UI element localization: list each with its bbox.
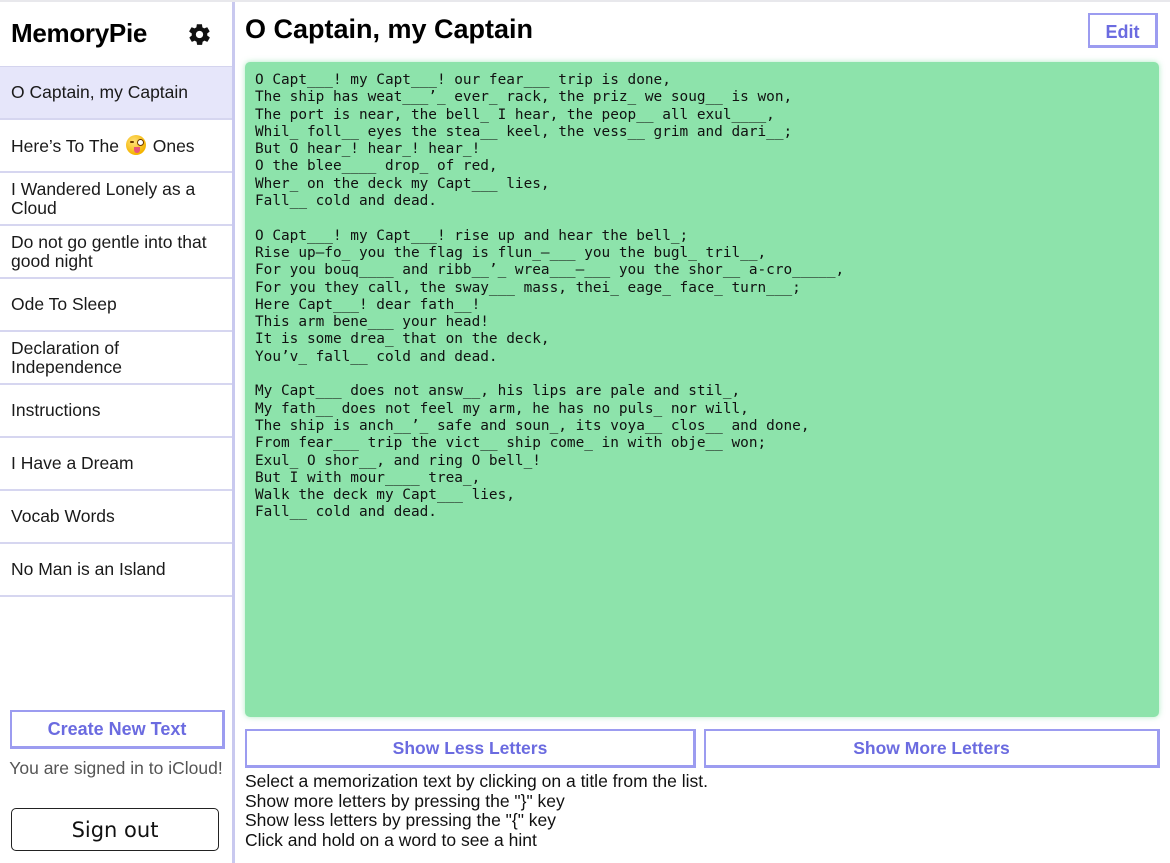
poem-line[interactable]: You’v_ fall__ cold and dead. <box>255 349 1149 366</box>
list-item-label: I Wandered Lonely as a Cloud <box>11 178 196 218</box>
instructions: Select a memorization text by clicking o… <box>245 771 708 850</box>
edit-button[interactable]: Edit <box>1088 13 1158 48</box>
gear-icon[interactable] <box>187 22 212 47</box>
poem-line[interactable]: Exul_ O shor__, and ring O bell_! <box>255 453 1149 470</box>
letter-controls: Show Less Letters Show More Letters <box>245 729 1160 769</box>
list-item[interactable]: Ode To Sleep <box>0 279 232 332</box>
page-title: O Captain, my Captain <box>245 14 534 44</box>
stanza: O Capt___! my Capt___! rise up and hear … <box>255 228 1149 366</box>
poem-line[interactable]: For you bouq____ and ribb__’_ wrea___—__… <box>255 262 1149 279</box>
show-less-letters-button[interactable]: Show Less Letters <box>245 729 696 768</box>
list-item-label-part: Here’s To The <box>11 136 124 156</box>
poem-line[interactable]: From fear___ trip the vict__ ship come_ … <box>255 435 1149 452</box>
poem-line[interactable]: Here Capt___! dear fath__! <box>255 297 1149 314</box>
list-item-label: I Have a Dream <box>11 453 134 473</box>
poem-line[interactable]: O Capt___! my Capt___! rise up and hear … <box>255 228 1149 245</box>
poem-line[interactable]: Wher_ on the deck my Capt___ lies, <box>255 176 1149 193</box>
poem-line[interactable]: Rise up—fo_ you the flag is flun_—___ yo… <box>255 245 1149 262</box>
list-item[interactable]: Declaration of Independence <box>0 332 232 385</box>
list-item-label: Ode To Sleep <box>11 294 117 314</box>
list-item-label: Vocab Words <box>11 506 115 526</box>
list-item-label: Do not go gentle into that good night <box>11 231 207 271</box>
sign-out-button[interactable]: Sign out <box>11 808 219 851</box>
app-title: MemoryPie <box>11 18 148 48</box>
signed-in-status: You are signed in to iCloud! <box>9 758 223 778</box>
list-item[interactable]: Do not go gentle into that good night <box>0 226 232 279</box>
instruction-line: Show more letters by pressing the "}" ke… <box>245 790 565 811</box>
instruction-line: Select a memorization text by clicking o… <box>245 771 708 791</box>
list-item-label: No Man is an Island <box>11 559 166 579</box>
poem-line[interactable]: It is some drea_ that on the deck, <box>255 331 1149 348</box>
list-item[interactable]: No Man is an Island <box>0 544 232 597</box>
instruction-line: Show less letters by pressing the "{" ke… <box>245 810 557 830</box>
list-item[interactable]: I Have a Dream <box>0 438 232 491</box>
poem-line[interactable]: My Capt___ does not answ__, his lips are… <box>255 383 1149 400</box>
poem-line[interactable]: Whil_ foll__ eyes the stea__ keel, the v… <box>255 124 1149 141</box>
poem-line[interactable]: But I with mour____ trea_, <box>255 470 1149 487</box>
list-item-label: Declaration of Independence <box>11 337 122 377</box>
list-item[interactable]: I Wandered Lonely as a Cloud <box>0 173 232 226</box>
sidebar-footer: Create New Text You are signed in to iCl… <box>0 708 232 863</box>
memorization-text-area[interactable]: O Capt___! my Capt___! our fear___ trip … <box>245 62 1159 717</box>
create-new-text-button[interactable]: Create New Text <box>10 710 225 749</box>
stanza: My Capt___ does not answ__, his lips are… <box>255 383 1149 521</box>
poem-line[interactable]: The ship has weat___’_ ever_ rack, the p… <box>255 89 1149 106</box>
stanza: O Capt___! my Capt___! our fear___ trip … <box>255 72 1149 210</box>
poem-line[interactable]: For you they call, the sway___ mass, the… <box>255 280 1149 297</box>
instruction-line: Click and hold on a word to see a hint <box>245 829 537 850</box>
poem-line[interactable]: My fath__ does not feel my arm, he has n… <box>255 401 1149 418</box>
poem-line[interactable]: O Capt___! my Capt___! our fear___ trip … <box>255 72 1149 89</box>
list-item[interactable]: Vocab Words <box>0 491 232 544</box>
sidebar: MemoryPie O Captain, my Captain Here’s T… <box>0 2 235 863</box>
poem-line[interactable]: But O hear_! hear_! hear_! <box>255 141 1149 158</box>
poem-line[interactable]: O the blee____ drop_ of red, <box>255 158 1149 175</box>
poem-line[interactable]: This arm bene___ your head! <box>255 314 1149 331</box>
poem-line[interactable]: The ship is anch__’_ safe and soun_, its… <box>255 418 1149 435</box>
list-item-label: O Captain, my Captain <box>11 82 189 102</box>
main-panel: O Captain, my Captain Edit O Capt___! my… <box>235 2 1170 863</box>
text-list: O Captain, my Captain Here’s To The Ones… <box>0 67 232 597</box>
sidebar-header: MemoryPie <box>0 2 232 67</box>
winking-face-with-tongue-emoji-icon <box>125 135 146 155</box>
poem-line[interactable]: Walk the deck my Capt___ lies, <box>255 487 1149 504</box>
poem-line[interactable]: The port is near, the bell_ I hear, the … <box>255 107 1149 124</box>
show-more-letters-button[interactable]: Show More Letters <box>704 729 1160 768</box>
poem-line[interactable]: Fall__ cold and dead. <box>255 504 1149 521</box>
poem-line[interactable]: Fall__ cold and dead. <box>255 193 1149 210</box>
list-item[interactable]: Instructions <box>0 385 232 438</box>
list-item-label-part: Ones <box>147 136 195 156</box>
list-item[interactable]: Here’s To The Ones <box>0 120 232 173</box>
list-item-label: Here’s To The Ones <box>11 135 195 156</box>
list-item-label: Instructions <box>11 400 101 420</box>
list-item[interactable]: O Captain, my Captain <box>0 67 232 120</box>
